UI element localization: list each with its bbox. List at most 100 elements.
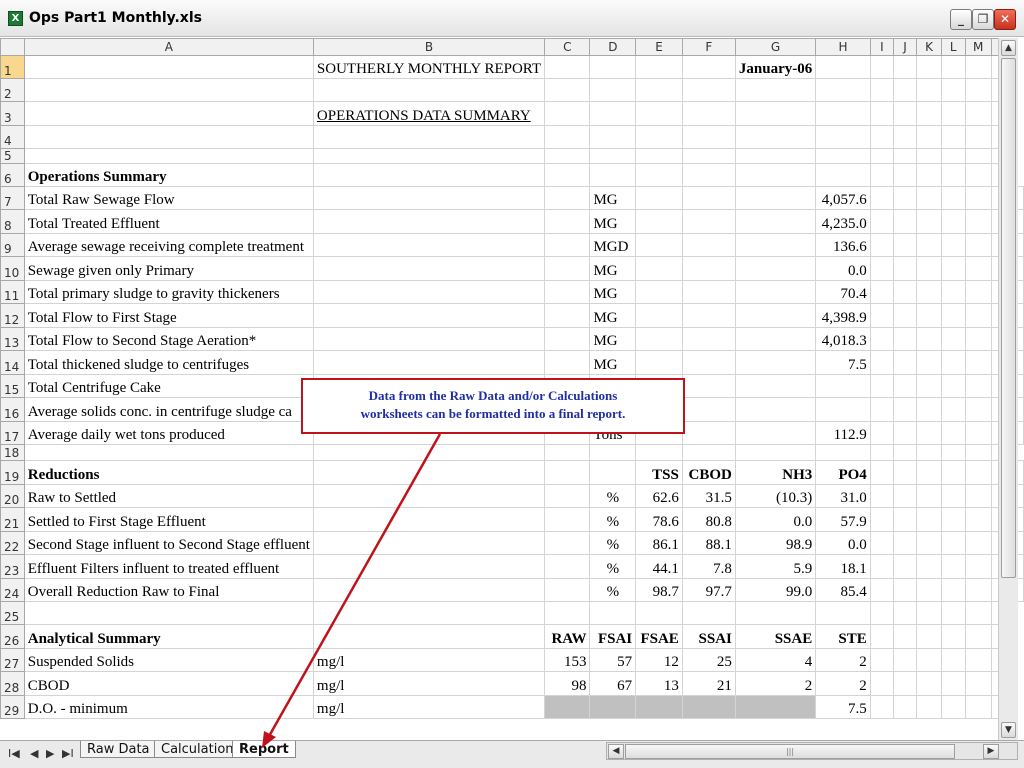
ops-value-cell[interactable]: 7.5 xyxy=(815,350,871,375)
row-header[interactable]: 8 xyxy=(0,209,25,234)
row-header[interactable]: 2 xyxy=(0,78,25,102)
tab-report[interactable]: Report xyxy=(232,741,296,758)
cell[interactable] xyxy=(964,397,992,422)
cell[interactable] xyxy=(892,374,918,398)
tss-value-cell[interactable]: 98.7 xyxy=(635,578,683,602)
cell[interactable] xyxy=(815,125,871,149)
cell[interactable] xyxy=(869,460,894,485)
cell[interactable] xyxy=(964,624,992,649)
fsae-value-cell[interactable]: 12 xyxy=(635,648,683,672)
cell[interactable] xyxy=(815,78,871,102)
ops-value-cell[interactable]: 0.0 xyxy=(815,256,871,281)
column-header-k[interactable]: K xyxy=(916,38,942,56)
cell[interactable] xyxy=(544,209,591,234)
cell[interactable] xyxy=(544,163,591,187)
row-header[interactable]: 14 xyxy=(0,350,25,375)
cell[interactable] xyxy=(964,531,992,555)
cell[interactable] xyxy=(892,350,918,375)
row-header[interactable]: 23 xyxy=(0,554,25,579)
ops-label-cell[interactable]: Average daily wet tons produced xyxy=(23,421,314,445)
cell[interactable] xyxy=(734,303,817,328)
cell[interactable] xyxy=(892,554,918,579)
cell[interactable] xyxy=(964,233,992,257)
cell[interactable] xyxy=(892,78,918,102)
cell[interactable] xyxy=(869,531,894,555)
row-header[interactable]: 3 xyxy=(0,101,25,126)
row-header[interactable]: 16 xyxy=(0,397,25,422)
cell[interactable] xyxy=(916,303,942,328)
cell[interactable] xyxy=(964,695,992,719)
ops-unit-cell[interactable]: MG xyxy=(589,256,637,281)
cell[interactable] xyxy=(964,327,992,351)
ops-value-cell[interactable]: 4,018.3 xyxy=(815,327,871,351)
cell[interactable] xyxy=(544,444,591,461)
ops-value-cell[interactable]: 70.4 xyxy=(815,280,871,304)
row-header[interactable]: 20 xyxy=(0,484,25,508)
column-header-m[interactable]: M xyxy=(964,38,992,56)
row-header[interactable]: 6 xyxy=(0,163,25,187)
cell[interactable] xyxy=(940,648,966,672)
report-month-cell[interactable]: January-06 xyxy=(734,55,817,79)
tab-raw-data[interactable]: Raw Data xyxy=(80,741,157,758)
cell[interactable] xyxy=(734,233,817,257)
cell[interactable] xyxy=(681,601,736,625)
cell[interactable] xyxy=(312,624,546,649)
column-header-a[interactable]: A xyxy=(23,38,314,56)
cell[interactable] xyxy=(940,209,966,234)
cell[interactable] xyxy=(312,460,546,485)
cell[interactable] xyxy=(544,601,591,625)
tss-value-cell[interactable]: 78.6 xyxy=(635,507,683,532)
cell[interactable] xyxy=(635,601,683,625)
ops-label-cell[interactable]: Total thickened sludge to centrifuges xyxy=(23,350,314,375)
cell[interactable] xyxy=(734,78,817,102)
cell[interactable] xyxy=(892,256,918,281)
cell[interactable] xyxy=(869,484,894,508)
cell[interactable] xyxy=(964,554,992,579)
cell[interactable] xyxy=(869,186,894,210)
cell[interactable] xyxy=(681,78,736,102)
cell[interactable] xyxy=(312,578,546,602)
ops-label-cell[interactable]: Sewage given only Primary xyxy=(23,256,314,281)
cell[interactable] xyxy=(589,460,637,485)
cell[interactable] xyxy=(964,280,992,304)
cell[interactable] xyxy=(869,397,894,422)
cell[interactable] xyxy=(940,280,966,304)
first-sheet-icon[interactable]: I◀ xyxy=(8,747,20,761)
ops-label-cell[interactable]: Total Flow to First Stage xyxy=(23,303,314,328)
cell[interactable] xyxy=(964,78,992,102)
analytical-unit-cell[interactable]: mg/l xyxy=(312,648,546,672)
cell[interactable] xyxy=(940,554,966,579)
column-header-d[interactable]: D xyxy=(589,38,637,56)
cell[interactable] xyxy=(869,444,894,461)
nh3-value-cell[interactable]: 98.9 xyxy=(734,531,817,555)
column-header-h[interactable]: H xyxy=(815,38,871,56)
cell[interactable] xyxy=(544,531,591,555)
ops-unit-cell[interactable]: MG xyxy=(589,327,637,351)
cell[interactable] xyxy=(964,484,992,508)
ops-value-cell[interactable] xyxy=(815,374,871,398)
po4-value-cell[interactable]: 0.0 xyxy=(815,531,871,555)
cell[interactable] xyxy=(869,163,894,187)
cell[interactable] xyxy=(734,327,817,351)
cell[interactable] xyxy=(734,444,817,461)
cell[interactable] xyxy=(635,256,683,281)
cell[interactable] xyxy=(23,601,314,625)
cell[interactable] xyxy=(892,186,918,210)
column-header-j[interactable]: J xyxy=(892,38,918,56)
cell[interactable] xyxy=(892,421,918,445)
cell[interactable] xyxy=(892,648,918,672)
cell[interactable] xyxy=(815,101,871,126)
column-header-g[interactable]: G xyxy=(734,38,817,56)
ssae-value-cell[interactable] xyxy=(734,695,817,719)
cell[interactable] xyxy=(940,695,966,719)
cell[interactable] xyxy=(940,233,966,257)
cell[interactable] xyxy=(312,303,546,328)
cell[interactable] xyxy=(635,148,683,164)
cell[interactable] xyxy=(964,186,992,210)
cell[interactable] xyxy=(681,374,736,398)
cell[interactable] xyxy=(23,55,314,79)
cell[interactable] xyxy=(635,101,683,126)
reduction-unit-cell[interactable]: % xyxy=(589,484,637,508)
excel-workbook-icon[interactable]: X xyxy=(8,11,23,26)
cell[interactable] xyxy=(734,125,817,149)
